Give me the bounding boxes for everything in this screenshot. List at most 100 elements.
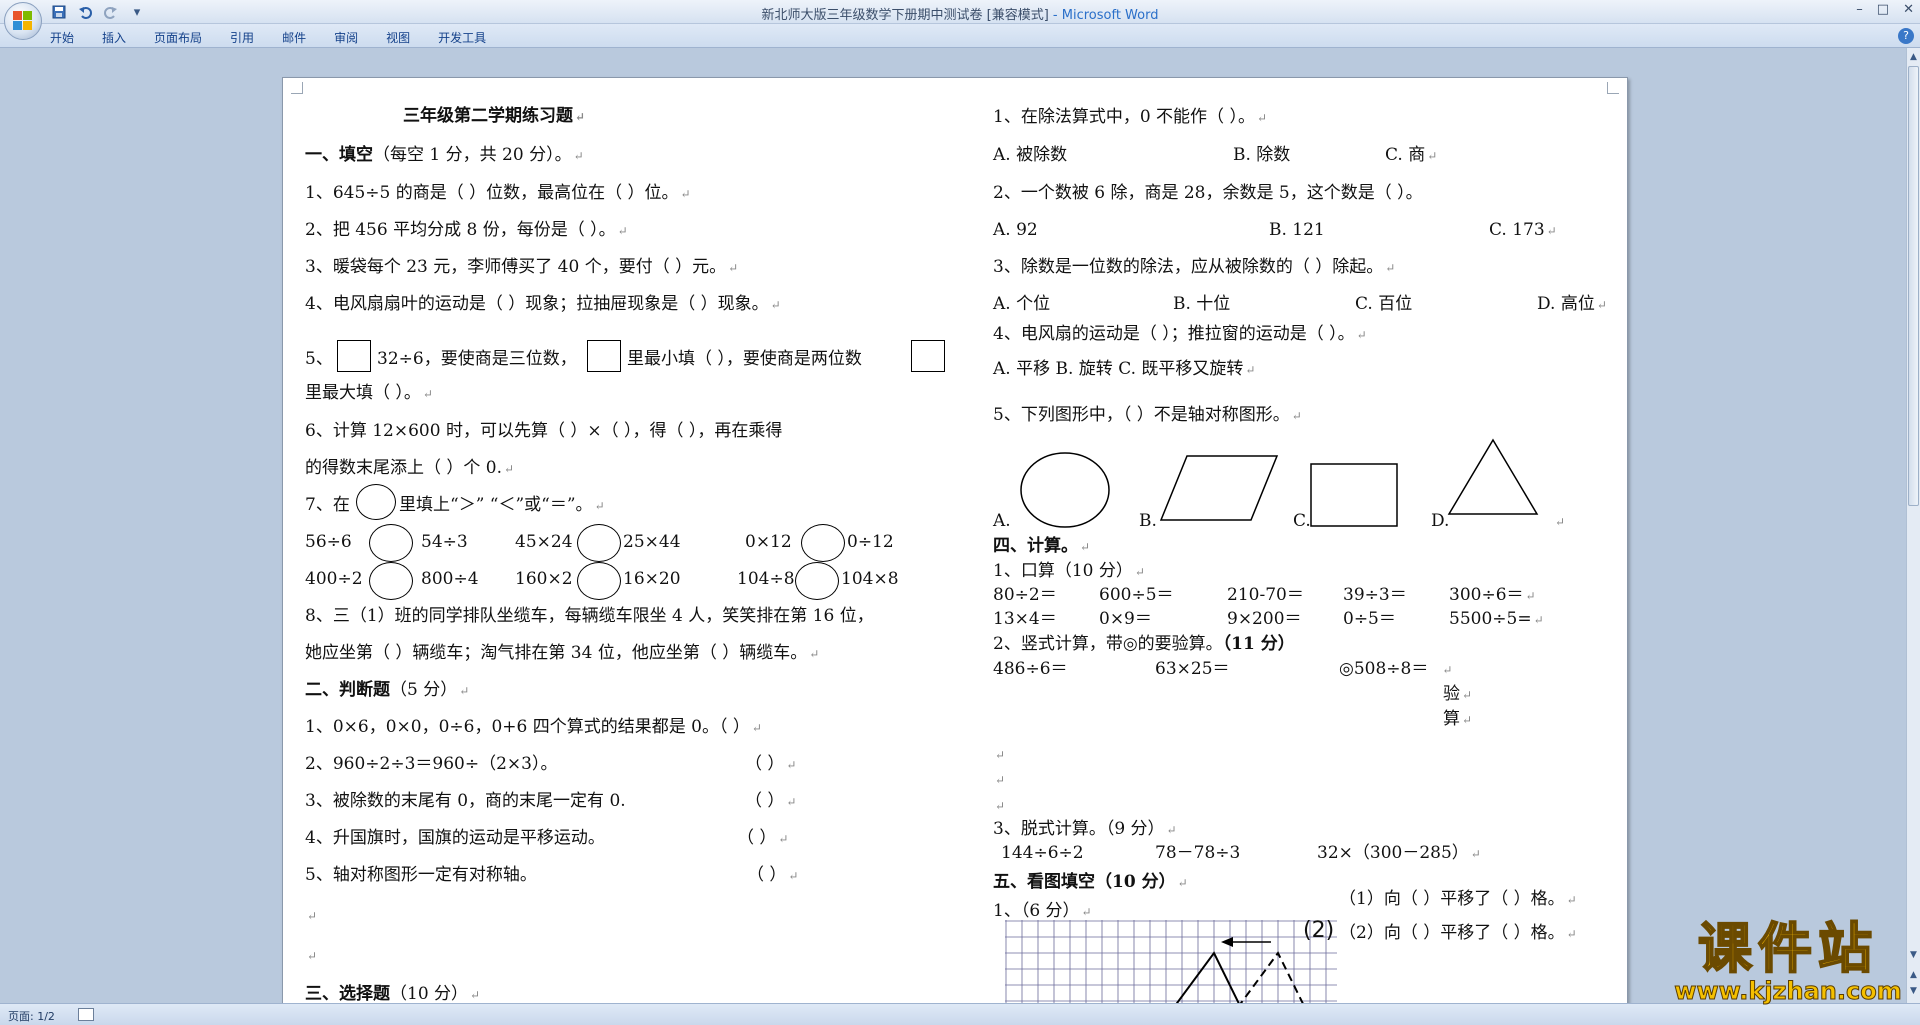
scroll-up-icon[interactable]: ▲ bbox=[1908, 50, 1919, 64]
tab-references[interactable]: 引用 bbox=[230, 29, 254, 46]
close-button[interactable]: ✕ bbox=[1903, 2, 1914, 17]
fill-q4: 4、电风扇扇叶的运动是（ ）现象；拉抽屉现象是（ ）现象。 ↵ bbox=[305, 294, 781, 314]
triangle-shape bbox=[1447, 438, 1539, 515]
oral-calc-9: 0÷5＝ bbox=[1343, 609, 1396, 629]
ribbon-tabs: 开始 插入 页面布局 引用 邮件 审阅 视图 开发工具 bbox=[50, 29, 486, 46]
judge-q3: 3、被除数的末尾有 0，商的末尾一定有 0. bbox=[305, 791, 626, 811]
judge-q5: 5、轴对称图形一定有对称轴。 bbox=[305, 865, 537, 885]
grid-figure bbox=[1005, 920, 1337, 1003]
empty-paragraph: ↵ bbox=[995, 773, 1006, 787]
compare-circle bbox=[577, 562, 621, 600]
picture-q1-line1: （1）向（ ）平移了（ ）格。 ↵ bbox=[1339, 889, 1577, 909]
parallelogram-shape bbox=[1159, 455, 1279, 521]
tab-mailings[interactable]: 邮件 bbox=[282, 29, 306, 46]
oral-calc-5: 300÷6＝ ↵ bbox=[1449, 585, 1536, 605]
shape-label-b: B. bbox=[1139, 511, 1157, 531]
vertical-calc-1: 486÷6＝ bbox=[993, 659, 1068, 679]
oral-calc-3: 210-70＝ bbox=[1227, 585, 1304, 605]
compare-1a: 56÷6 bbox=[305, 532, 352, 552]
fill-q7-text: 里填上“＞” “＜”或“＝”。 ↵ bbox=[399, 495, 605, 515]
oral-calc-2: 600÷5＝ bbox=[1099, 585, 1174, 605]
help-icon[interactable]: ? bbox=[1898, 28, 1914, 44]
office-button[interactable] bbox=[4, 2, 42, 40]
macro-recording-icon[interactable] bbox=[78, 1008, 94, 1021]
app-name: - Microsoft Word bbox=[1048, 8, 1159, 23]
oral-calc-10: 5500÷5= ↵ bbox=[1449, 609, 1544, 629]
section-1-heading: 一、填空（每空 1 分，共 20 分）。 ↵ bbox=[305, 145, 584, 165]
check-label-1: 验 ↵ bbox=[1443, 684, 1473, 704]
judge-q1: 1、0×6，0×0，0÷6，0+6 四个算式的结果都是 0。（ ） ↵ bbox=[305, 717, 762, 737]
next-page-icon[interactable]: ▼ bbox=[1908, 984, 1919, 998]
compare-5b: 16×20 bbox=[623, 569, 681, 589]
section-2-heading: 二、判断题（5 分） ↵ bbox=[305, 680, 470, 700]
picture-q1-line2: （2）向（ ）平移了（ ）格。 ↵ bbox=[1339, 923, 1577, 943]
compare-circle bbox=[369, 562, 413, 600]
answer-box bbox=[911, 340, 945, 372]
tab-developer[interactable]: 开发工具 bbox=[438, 29, 486, 46]
empty-paragraph: ↵ bbox=[1555, 515, 1566, 529]
judge-q4: 4、升国旗时，国旗的运动是平移运动。 bbox=[305, 828, 605, 848]
fill-q5: 5、 bbox=[305, 349, 333, 369]
watermark-brand: 课件站 bbox=[1697, 917, 1878, 980]
document-page[interactable]: 三年级第二学期练习题 ↵ 一、填空（每空 1 分，共 20 分）。 ↵ 1、645÷… bbox=[282, 77, 1628, 1003]
oral-calc-6: 13×4＝ bbox=[993, 609, 1057, 629]
office-logo-icon bbox=[13, 11, 33, 31]
status-bar: 页面: 1/2 bbox=[0, 1003, 1920, 1025]
judge-q2: 2、960÷2÷3＝960÷（2×3）。 bbox=[305, 754, 558, 774]
choice-q3-c: C. 百位 bbox=[1355, 294, 1413, 314]
fill-q5-text: 32÷6，要使商是三位数， bbox=[377, 349, 577, 369]
fill-q5-text2: 里最小填（ ），要使商是两位数 bbox=[627, 349, 862, 369]
fill-q1: 1、645÷5 的商是（ ）位数，最高位在（ ）位。 ↵ bbox=[305, 183, 691, 203]
maximize-button[interactable]: □ bbox=[1877, 2, 1889, 17]
choice-q2-c: C. 173 ↵ bbox=[1489, 220, 1557, 240]
scroll-down-icon[interactable]: ▼ bbox=[1908, 948, 1919, 962]
choice-q3-b: B. 十位 bbox=[1173, 294, 1231, 314]
empty-paragraph: ↵ bbox=[995, 799, 1006, 813]
page-count[interactable]: 页面: 1/2 bbox=[8, 1008, 55, 1024]
judge-q5-paren: （ ） ↵ bbox=[747, 865, 799, 885]
margin-mark bbox=[291, 82, 303, 94]
judge-q4-paren: （ ） ↵ bbox=[737, 828, 789, 848]
fill-q6: 6、计算 12×600 时，可以先算（ ）×（ ），得（ ），再在乘得 bbox=[305, 421, 783, 441]
tab-review[interactable]: 审阅 bbox=[334, 29, 358, 46]
compare-circle bbox=[577, 524, 621, 562]
section-4-heading: 四、计算。 ↵ bbox=[993, 536, 1091, 556]
tab-home[interactable]: 开始 bbox=[50, 29, 74, 46]
tab-view[interactable]: 视图 bbox=[386, 29, 410, 46]
mixed-calc-2: 78－78÷3 bbox=[1155, 843, 1241, 863]
choice-q1: 1、在除法算式中，0 不能作（ ）。 ↵ bbox=[993, 107, 1268, 127]
compare-4b: 800÷4 bbox=[421, 569, 479, 589]
choice-q1-c: C. 商 ↵ bbox=[1385, 145, 1438, 165]
minimize-button[interactable]: – bbox=[1856, 2, 1863, 17]
prev-page-icon[interactable]: ▲ bbox=[1908, 968, 1919, 982]
choice-q1-a: A. 被除数 bbox=[993, 145, 1068, 165]
doc-title: 三年级第二学期练习题 ↵ bbox=[403, 106, 586, 126]
compare-3a: 0×12 bbox=[745, 532, 792, 552]
compare-5a: 160×2 bbox=[515, 569, 573, 589]
circle-shape bbox=[1020, 452, 1110, 528]
compare-circle bbox=[369, 524, 413, 562]
vertical-scrollbar[interactable]: ▲ ▼ ▲ ▼ bbox=[1906, 48, 1920, 1003]
mixed-calc-1: 144÷6÷2 bbox=[1001, 843, 1084, 863]
rectangle-shape bbox=[1310, 463, 1398, 527]
choice-q3-d: D. 高位 ↵ bbox=[1537, 294, 1607, 314]
window-title: 新北师大版三年级数学下册期中测试卷 [兼容模式] - Microsoft Wor… bbox=[0, 4, 1920, 23]
choice-q2-a: A. 92 bbox=[993, 220, 1038, 240]
choice-q4-options: A. 平移 B. 旋转 C. 既平移又旋转 ↵ bbox=[993, 359, 1256, 379]
compare-1b: 54÷3 bbox=[421, 532, 468, 552]
choice-q5: 5、下列图形中，（ ）不是轴对称图形。 ↵ bbox=[993, 405, 1302, 425]
compare-circle bbox=[356, 484, 396, 520]
fill-q8: 8、三（1）班的同学排队坐缆车，每辆缆车限坐 4 人，笑笑排在第 16 位， bbox=[305, 606, 874, 626]
calc-q1: 1、口算（10 分） ↵ bbox=[993, 561, 1145, 581]
compare-4a: 400÷2 bbox=[305, 569, 363, 589]
tab-insert[interactable]: 插入 bbox=[102, 29, 126, 46]
tab-page-layout[interactable]: 页面布局 bbox=[154, 29, 202, 46]
ribbon: 开始 插入 页面布局 引用 邮件 审阅 视图 开发工具 ? bbox=[0, 24, 1920, 48]
answer-box bbox=[587, 340, 621, 372]
document-workspace[interactable]: 三年级第二学期练习题 ↵ 一、填空（每空 1 分，共 20 分）。 ↵ 1、645÷… bbox=[0, 48, 1906, 1003]
window-controls: – □ ✕ bbox=[1856, 2, 1914, 17]
scroll-thumb[interactable] bbox=[1908, 66, 1919, 506]
compare-circle bbox=[801, 524, 845, 562]
fill-q6-cont: 的得数末尾添上（ ）个 0. ↵ bbox=[305, 458, 515, 478]
compare-2a: 45×24 bbox=[515, 532, 573, 552]
